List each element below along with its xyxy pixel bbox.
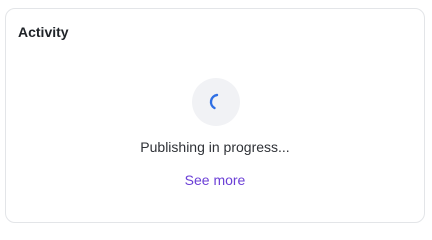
see-more-container: See more [6,172,424,188]
activity-card: Activity Publishing in progress... See m… [5,8,425,223]
see-more-link[interactable]: See more [185,172,246,188]
card-title: Activity [18,24,69,40]
status-text: Publishing in progress... [140,139,290,155]
spinner-container [192,78,240,126]
loading-spinner-icon [209,93,219,110]
